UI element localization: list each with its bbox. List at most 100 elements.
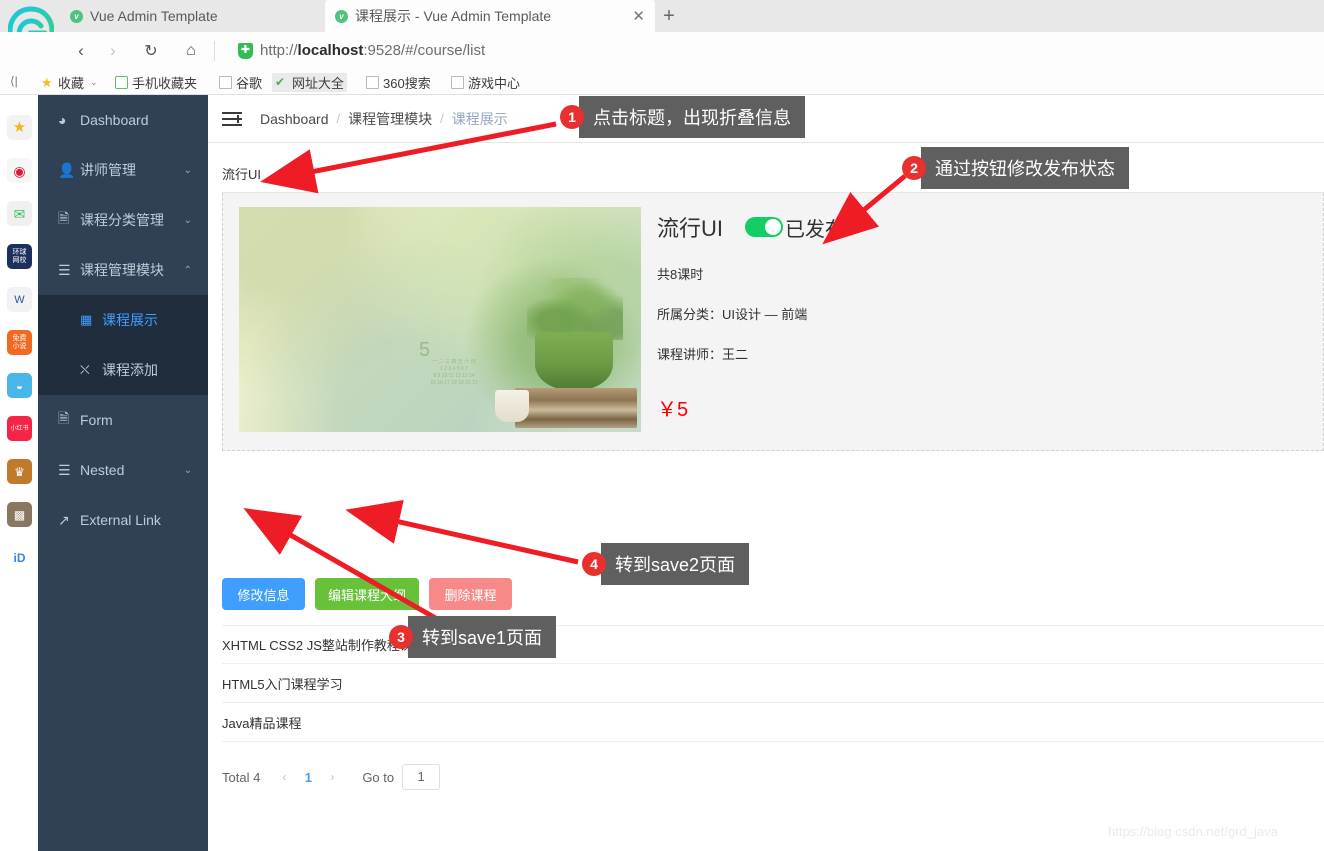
grid-icon: ▦ [80,312,93,327]
hamburger-icon[interactable] [222,111,242,126]
weibo-icon[interactable]: ◉ [7,158,32,183]
url-host: localhost [297,42,364,59]
list-item[interactable]: Java精品课程 [222,703,1324,742]
sidebar-item-course-management[interactable]: ☰ 课程管理模块 ⌃ [38,245,208,295]
browser-tab-inactive[interactable]: v Vue Admin Template [60,0,325,32]
bookmark-hao123[interactable]: ✔ 网址大全 [272,73,348,92]
modify-info-button[interactable]: 修改信息 [222,578,305,610]
bookmark-game-center[interactable]: 游戏中心 [448,73,523,92]
publish-toggle-switch[interactable] [745,217,784,237]
photo-calendar-number: 5 [419,341,431,361]
address-bar[interactable]: http://localhost:9528/#/course/list [260,42,485,59]
pagination: Total 4 ‹ 1 › Go to 1 [222,763,722,791]
sidebar-item-course-category[interactable]: 🗎 课程分类管理 ⌄ [38,195,208,245]
close-icon[interactable]: ✕ [632,7,645,25]
sidebar-item-label: 课程展示 [102,312,158,328]
nested-icon: ☰ [58,461,71,478]
photo-flowerpot [535,332,613,390]
sidebar-item-dashboard[interactable]: ◕ Dashboard [38,95,208,145]
pdf-reader-icon[interactable]: iD [7,545,32,570]
game-war-icon[interactable]: ▩ [7,502,32,527]
photo-calendar: 5 一 二 三 四 五 六 日 1 2 3 4 5 6 7 8 9 10 11 … [415,341,493,397]
favorites-star-icon[interactable]: ★ [7,115,32,140]
sidebar-item-course-add[interactable]: ⛌ 课程添加 [38,345,208,395]
breadcrumb-item-course-management[interactable]: 课程管理模块 [348,109,432,129]
page-icon [219,76,232,89]
course-cover-photo: 5 一 二 三 四 五 六 日 1 2 3 4 5 6 7 8 9 10 11 … [239,207,641,432]
bookmark-label: 游戏中心 [468,76,521,91]
delete-course-button[interactable]: 删除课程 [429,578,512,610]
collapse-header[interactable]: 流行UI [222,155,1324,193]
bookmark-360-search[interactable]: 360搜索 [363,73,434,92]
course-lessons: 共8课时 [657,267,704,282]
forward-icon[interactable]: › [100,38,126,64]
page-icon [366,76,379,89]
tree-icon: ⛌ [80,362,90,377]
free-novel-icon[interactable]: 免费 小说 [7,330,32,355]
toggle-knob [765,219,782,235]
photo-leaves [527,278,623,340]
bookmarks-bar: ⟨| ★ 收藏 ⌄ 手机收藏夹 谷歌 ✔ 网址大全 360搜索 游戏中心 [0,69,1324,95]
chevron-down-icon: ⌄ [90,77,98,87]
sidebar-item-label: Form [80,412,113,428]
course-category: 所属分类：UI设计 — 前端 [657,307,808,322]
pagination-page-1[interactable]: 1 [296,770,320,785]
pagination-goto-input[interactable]: 1 [402,764,441,790]
new-tab-button[interactable]: + [655,3,683,29]
sidebar-item-teacher-management[interactable]: 👤 讲师管理 ⌄ [38,145,208,195]
bookmark-google[interactable]: 谷歌 [216,73,265,92]
publish-status-group: 已发布 [745,213,845,242]
game-king-icon[interactable]: ♛ [7,459,32,484]
huanqiu-wangxiao-icon[interactable]: 环球 网校 [7,244,32,269]
bookmark-mobile-favorites[interactable]: 手机收藏夹 [112,73,200,92]
pagination-next-icon[interactable]: › [320,770,344,784]
tab-title: 课程展示 - Vue Admin Template [355,8,552,24]
pagination-prev-icon[interactable]: ‹ [272,770,296,784]
dashboard-icon: ◕ [58,112,67,128]
toolbar-divider [214,41,215,61]
home-icon[interactable]: ⌂ [178,38,204,64]
breadcrumb: Dashboard / 课程管理模块 / 课程展示 [260,109,508,129]
photo-books [515,388,637,428]
app-sidebar: ◕ Dashboard 👤 讲师管理 ⌄ 🗎 课程分类管理 ⌄ ☰ 课程管理模块… [38,95,208,851]
bookmark-label: 网址大全 [292,76,345,91]
reload-icon[interactable]: ↻ [138,38,164,64]
sidebar-item-label: Dashboard [80,112,149,128]
sidebar-item-label: External Link [80,512,161,528]
form-icon: 🗎 [58,410,70,426]
sidebar-item-course-list[interactable]: ▦ 课程展示 [38,295,208,345]
breadcrumb-item-dashboard[interactable]: Dashboard [260,111,329,127]
sidebar-item-nested[interactable]: ☰ Nested ⌄ [38,445,208,495]
browser-tab-active[interactable]: v 课程展示 - Vue Admin Template ✕ [325,0,655,32]
sidebar-item-external-link[interactable]: ↗ External Link [38,495,208,545]
course-name: 流行UI [657,216,724,241]
tab-strip: v Vue Admin Template v 课程展示 - Vue Admin … [0,0,1324,64]
bookmark-favorites[interactable]: ★ 收藏 ⌄ [38,73,101,92]
course-info: 流行UI 已发布 共8课时 所属分类：UI设计 — 前端 课程讲师：王二 ￥5 [657,211,1257,422]
word-doc-icon[interactable]: W [7,287,32,312]
pagination-total: Total 4 [222,769,261,785]
course-title-row: 流行UI 已发布 [657,211,1257,243]
security-shield-icon: ✚ [238,43,253,59]
game-cat-icon[interactable]: ◒ [7,373,32,398]
external-link-icon: ↗ [58,511,70,528]
navigation-bar: ‹ › ↻ ⌂ ✚ http://localhost:9528/#/course… [0,32,1324,69]
chevron-up-icon: ⌃ [183,264,192,276]
browser-side-dock: ★ ◉ ✉ 环球 网校 W 免费 小说 ◒ 小红书 ♛ ▩ iD [0,95,38,851]
list-item[interactable]: HTML5入门课程学习 [222,664,1324,703]
url-scheme: http:// [260,42,298,59]
url-path: :9528/#/course/list [363,42,486,59]
app-navbar: Dashboard / 课程管理模块 / 课程展示 [208,95,1324,143]
phone-icon [115,76,128,89]
photo-calendar-grid: 一 二 三 四 五 六 日 1 2 3 4 5 6 7 8 9 10 11 12… [430,359,478,386]
course-list: XHTML CSS2 JS整站制作教程课程学习 HTML5入门课程学习 Java… [222,625,1324,742]
page-icon [451,76,464,89]
xiaohongshu-icon[interactable]: 小红书 [7,416,32,441]
course-teacher: 课程讲师：王二 [657,347,749,362]
sidebar-item-form[interactable]: 🗎 Form [38,395,208,445]
back-icon[interactable]: ‹ [68,38,94,64]
list-item[interactable]: XHTML CSS2 JS整站制作教程课程学习 [222,625,1324,664]
mail-icon[interactable]: ✉ [7,201,32,226]
edit-outline-button[interactable]: 编辑课程大纲 [315,578,419,610]
bookmarks-collapse-icon[interactable]: ⟨| [10,74,18,88]
